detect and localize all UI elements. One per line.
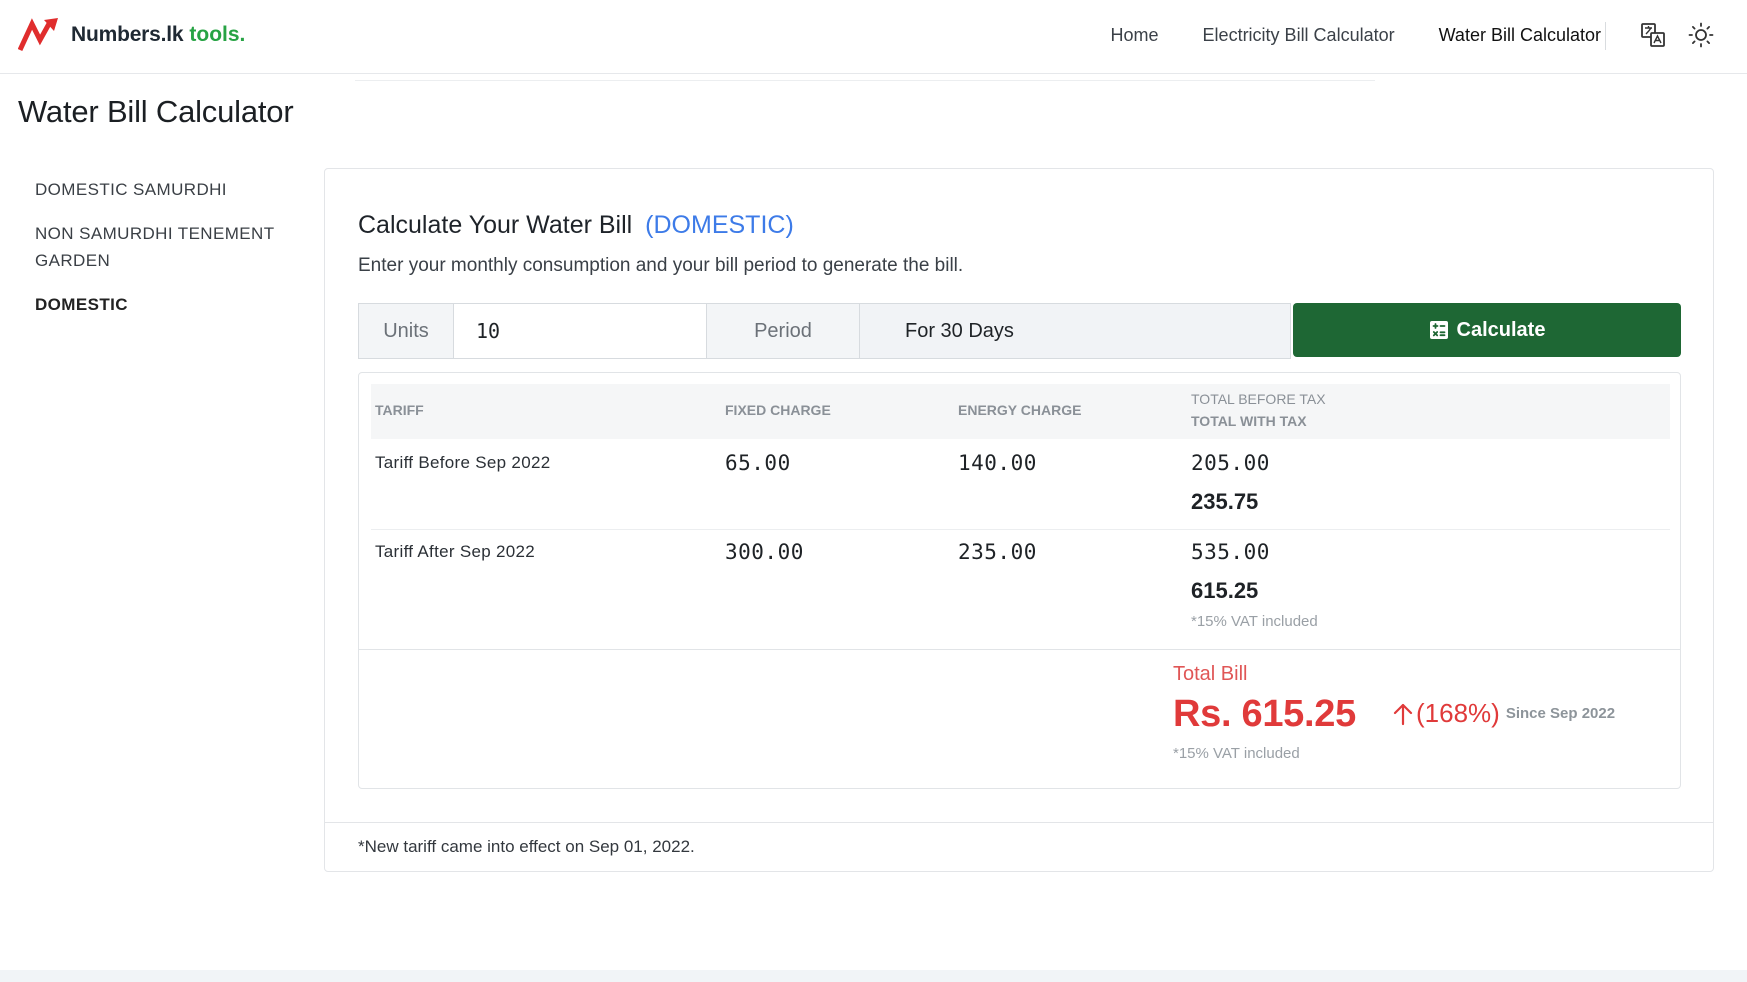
total-divider bbox=[359, 649, 1680, 650]
card-footer-divider bbox=[325, 822, 1713, 823]
calculator-title: Calculate Your Water Bill (DOMESTIC) bbox=[358, 211, 794, 240]
total-bill-value: Rs. 615.25 bbox=[1173, 693, 1356, 735]
page-title: Water Bill Calculator bbox=[18, 94, 294, 129]
change-indicator: (168%) Since Sep 2022 bbox=[1392, 698, 1615, 729]
header-total-before-tax: TOTAL BEFORE TAX bbox=[1191, 391, 1326, 407]
sidebar-item-domestic-samurdhi[interactable]: DOMESTIC SAMURDHI bbox=[35, 176, 305, 203]
calculator-subtitle: Enter your monthly consumption and your … bbox=[358, 255, 964, 276]
arrow-up-icon bbox=[1393, 703, 1413, 725]
sidebar: DOMESTIC SAMURDHI NON SAMURDHI TENEMENT … bbox=[35, 176, 305, 335]
calculate-button-label: Calculate bbox=[1456, 318, 1546, 341]
brand-name: Numbers.lk bbox=[71, 23, 184, 46]
theme-sun-icon[interactable] bbox=[1688, 22, 1714, 48]
total-vat-note: *15% VAT included bbox=[1173, 745, 1300, 762]
calculator-icon bbox=[1429, 321, 1448, 339]
header-total-with-tax: TOTAL WITH TAX bbox=[1191, 413, 1307, 429]
calculate-button[interactable]: Calculate bbox=[1293, 303, 1681, 357]
units-label: Units bbox=[358, 303, 454, 359]
sidebar-item-non-samurdhi-tenement-garden[interactable]: NON SAMURDHI TENEMENT GARDEN bbox=[35, 220, 305, 274]
header-energy-charge: ENERGY CHARGE bbox=[958, 402, 1082, 418]
row-divider bbox=[371, 529, 1670, 530]
row-fixed-charge: 65.00 bbox=[725, 451, 791, 475]
result-box: TARIFF FIXED CHARGE ENERGY CHARGE TOTAL … bbox=[358, 372, 1681, 789]
nav-home[interactable]: Home bbox=[1111, 22, 1159, 48]
navbar: Numbers.lk tools. Home Electricity Bill … bbox=[0, 0, 1747, 74]
nav-electricity-bill-calculator[interactable]: Electricity Bill Calculator bbox=[1203, 22, 1395, 48]
brand-link[interactable]: Numbers.lk tools. bbox=[18, 18, 245, 52]
period-label: Period bbox=[706, 303, 860, 359]
header-fixed-charge: FIXED CHARGE bbox=[725, 402, 831, 418]
row-tariff-name: Tariff Before Sep 2022 bbox=[375, 453, 551, 472]
change-percent: (168%) bbox=[1416, 698, 1500, 728]
row-total-with-tax: 615.25 bbox=[1191, 578, 1259, 603]
header-tariff: TARIFF bbox=[375, 402, 424, 418]
nav-divider bbox=[1605, 22, 1606, 50]
calculator-title-text: Calculate Your Water Bill bbox=[358, 211, 633, 239]
brand-tools: tools. bbox=[189, 23, 246, 46]
period-select[interactable]: For 30 Days bbox=[859, 303, 1291, 359]
row-total-before-tax: 205.00 bbox=[1191, 451, 1270, 475]
table-header: TARIFF FIXED CHARGE ENERGY CHARGE TOTAL … bbox=[371, 384, 1670, 439]
row-vat-note: *15% VAT included bbox=[1191, 613, 1318, 630]
total-bill-label: Total Bill bbox=[1173, 663, 1248, 685]
input-group: Units 10 Period For 30 Days Calculate bbox=[358, 303, 1681, 359]
tariff-effective-note: *New tariff came into effect on Sep 01, … bbox=[358, 837, 695, 856]
table-row: Tariff After Sep 2022 300.00 235.00 535.… bbox=[371, 538, 1670, 643]
calculator-card: Calculate Your Water Bill (DOMESTIC) Ent… bbox=[324, 168, 1714, 872]
sidebar-item-domestic[interactable]: DOMESTIC bbox=[35, 291, 305, 318]
calculator-category: (DOMESTIC) bbox=[645, 211, 794, 239]
row-fixed-charge: 300.00 bbox=[725, 540, 804, 564]
change-since: Since Sep 2022 bbox=[1505, 705, 1616, 722]
table-row: Tariff Before Sep 2022 65.00 140.00 205.… bbox=[371, 449, 1670, 529]
row-total-with-tax: 235.75 bbox=[1191, 489, 1259, 514]
nav-shadow-line bbox=[355, 80, 1375, 81]
nav-water-bill-calculator[interactable]: Water Bill Calculator bbox=[1439, 22, 1601, 48]
units-input[interactable]: 10 bbox=[453, 303, 707, 359]
row-tariff-name: Tariff After Sep 2022 bbox=[375, 542, 536, 561]
nav-links: Home Electricity Bill Calculator Water B… bbox=[1067, 22, 1601, 48]
numbers-logo-icon bbox=[18, 18, 58, 52]
row-energy-charge: 140.00 bbox=[958, 451, 1037, 475]
translate-icon[interactable] bbox=[1640, 22, 1666, 48]
row-energy-charge: 235.00 bbox=[958, 540, 1037, 564]
row-total-before-tax: 535.00 bbox=[1191, 540, 1270, 564]
page-footer-band bbox=[0, 970, 1747, 982]
